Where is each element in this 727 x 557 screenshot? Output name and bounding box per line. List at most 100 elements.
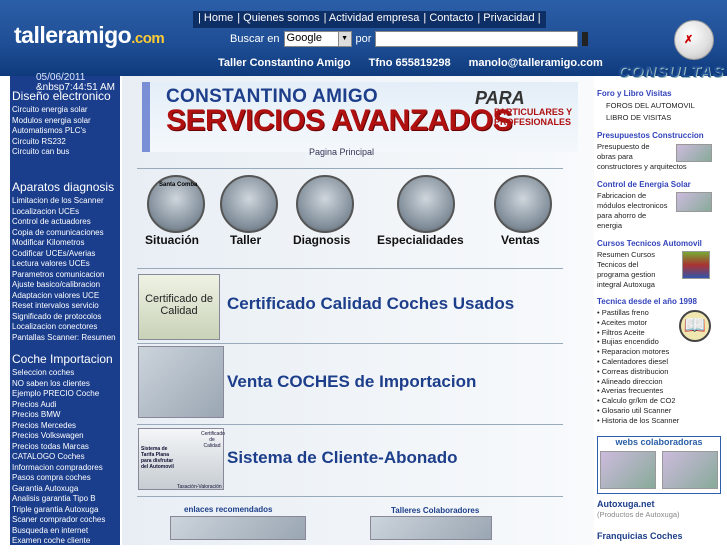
webs-image[interactable] xyxy=(662,451,718,489)
sidebar-item[interactable]: Copia de comunicaciones xyxy=(12,228,120,239)
sidebar-item[interactable]: Significado de protocolos xyxy=(12,312,120,323)
list-item[interactable]: • Correas distribucion xyxy=(597,367,679,377)
talleres-title[interactable]: Talleres Colaboradores xyxy=(391,506,479,515)
right-text: para ahorro de xyxy=(597,211,646,221)
right-heading[interactable]: Cursos Tecnicos Automovil xyxy=(597,239,702,248)
enlaces-title[interactable]: enlaces recomendados xyxy=(184,505,272,514)
sidebar-item[interactable]: Seleccion coches xyxy=(12,368,120,379)
sidebar-item[interactable]: Circuito energia solar xyxy=(12,105,120,116)
right-heading[interactable]: Presupuestos Construccion xyxy=(597,131,704,140)
talleres-image[interactable] xyxy=(370,516,492,540)
sidebar-item[interactable]: Busqueda en internet xyxy=(12,526,120,537)
sidebar-item[interactable]: Codificar UCEs/Averias xyxy=(12,249,120,260)
sidebar-item[interactable]: Adaptacion valores UCE xyxy=(12,291,120,302)
sidebar-item[interactable]: Analisis garantia Tipo B xyxy=(12,494,120,505)
list-item[interactable]: • Glosario util Scanner xyxy=(597,406,679,416)
books-icon[interactable] xyxy=(682,251,710,279)
sidebar-item[interactable]: CATALOGO Coches xyxy=(12,452,120,463)
sidebar-item[interactable]: Precios todas Marcas xyxy=(12,442,120,453)
sidebar-item[interactable]: Ejemplo PRECIO Coche xyxy=(12,389,120,400)
sidebar-item[interactable]: Pasos compra coches xyxy=(12,473,120,484)
sidebar-item[interactable]: Localizacion conectores xyxy=(12,322,120,333)
venta-link[interactable]: Venta COCHES de Importacion xyxy=(227,372,476,392)
sidebar-item[interactable]: Garantia Autoxuga xyxy=(12,484,120,495)
sidebar-item[interactable]: Triple garantia Autoxuga xyxy=(12,505,120,516)
sidebar-heading: Aparatos diagnosis xyxy=(12,180,120,194)
solar-image[interactable] xyxy=(676,192,712,212)
sidebar-item[interactable]: Pantallas Scanner: Resumen xyxy=(12,333,120,344)
right-link[interactable]: FOROS DEL AUTOMOVIL xyxy=(606,101,695,111)
situacion-image[interactable]: Santa Comba xyxy=(147,175,205,233)
list-item[interactable]: • Averias frecuentes xyxy=(597,386,679,396)
list-item[interactable]: • Reparacion motores xyxy=(597,347,679,357)
ventas-link[interactable]: Ventas xyxy=(501,233,540,247)
list-item[interactable]: • Calculo gr/km de CO2 xyxy=(597,396,679,406)
sidebar-item[interactable]: Control de actuadores xyxy=(12,217,120,228)
search-button[interactable] xyxy=(582,32,588,46)
book-icon[interactable]: 📖 xyxy=(679,310,711,342)
sidebar-item[interactable]: Localizacion UCEs xyxy=(12,207,120,218)
info-email[interactable]: manolo@talleramigo.com xyxy=(469,57,603,69)
search-por-label: por xyxy=(356,33,372,45)
ventas-image[interactable] xyxy=(494,175,552,233)
nav-quienes[interactable]: | Quienes somos xyxy=(237,12,319,24)
list-item[interactable]: • Calentadores diesel xyxy=(597,357,679,367)
sidebar-item[interactable]: Modulos energia solar xyxy=(12,116,120,127)
list-item[interactable]: • Historia de los Scanner xyxy=(597,416,679,426)
franquicias-link[interactable]: Franquicias Coches xyxy=(597,531,683,541)
sidebar-item[interactable]: Precios Volkswagen xyxy=(12,431,120,442)
nav-actividad[interactable]: | Actividad empresa xyxy=(324,12,420,24)
diagnosis-link[interactable]: Diagnosis xyxy=(293,233,350,247)
sidebar-item[interactable]: Scaner comprador coches xyxy=(12,515,120,526)
sidebar-item[interactable]: Reset intervalos servicio xyxy=(12,301,120,312)
sidebar-item[interactable]: Automatismos PLC's xyxy=(12,126,120,137)
banner-services: SERVICIOS AVANZADOS xyxy=(166,104,512,138)
sidebar-item[interactable]: Limitacion de los Scanner xyxy=(12,196,120,207)
divider xyxy=(137,168,563,169)
taller-link[interactable]: Taller xyxy=(230,233,261,247)
sidebar-item[interactable]: Ajuste basico/calibracion xyxy=(12,280,120,291)
search-engine-select[interactable]: Google▼ xyxy=(284,31,352,47)
sidebar-item[interactable]: Lectura valores UCEs xyxy=(12,259,120,270)
sidebar-item[interactable]: NO saben los clientes xyxy=(12,379,120,390)
enlaces-image[interactable] xyxy=(170,516,306,540)
list-item[interactable]: • Alineado direccion xyxy=(597,377,679,387)
webs-image[interactable] xyxy=(600,451,656,489)
situacion-link[interactable]: Situación xyxy=(145,233,199,247)
especialidades-link[interactable]: Especialidades xyxy=(377,233,464,247)
certificado-image[interactable]: Certificado de Calidad xyxy=(138,274,220,340)
nav-privacidad[interactable]: | Privacidad | xyxy=(477,12,540,24)
venta-image[interactable] xyxy=(138,346,224,418)
sidebar-item[interactable]: Modificar Kilometros xyxy=(12,238,120,249)
sidebar-item[interactable]: Parametros comunicacion xyxy=(12,270,120,281)
sidebar-item[interactable]: Circuito can bus xyxy=(12,147,120,158)
taller-image[interactable] xyxy=(220,175,278,233)
list-item[interactable]: • Filtros Aceite xyxy=(597,328,679,338)
list-item[interactable]: • Aceites motor xyxy=(597,318,679,328)
diagnosis-image[interactable] xyxy=(296,175,354,233)
nav-home[interactable]: | Home xyxy=(198,12,233,24)
chevron-down-icon[interactable]: ▼ xyxy=(338,32,351,46)
sidebar-item[interactable]: Informacion compradores xyxy=(12,463,120,474)
site-logo[interactable]: talleramigo.com xyxy=(14,22,164,49)
right-heading[interactable]: Control de Energia Solar xyxy=(597,180,691,189)
sidebar-item[interactable]: Precios Audi xyxy=(12,400,120,411)
nav-contacto[interactable]: | Contacto xyxy=(423,12,473,24)
sidebar-item[interactable]: Precios Mercedes xyxy=(12,421,120,432)
list-item[interactable]: • Bujias encendido xyxy=(597,337,679,347)
sidebar-item[interactable]: Precios BMW xyxy=(12,410,120,421)
sidebar-item[interactable]: Precio vehiculos turismo xyxy=(12,547,120,557)
right-heading[interactable]: Foro y Libro Visitas xyxy=(597,89,672,98)
construccion-image[interactable] xyxy=(676,144,712,162)
abonado-image[interactable]: Sistema de Tarifa Plana para disfrutar d… xyxy=(138,428,224,490)
consultas-button[interactable]: CONSULTAS xyxy=(618,64,724,82)
right-link[interactable]: LIBRO DE VISITAS xyxy=(606,113,671,123)
sidebar-item[interactable]: Circuito RS232 xyxy=(12,137,120,148)
especialidades-image[interactable] xyxy=(397,175,455,233)
search-input[interactable] xyxy=(375,31,578,47)
list-item[interactable]: • Pastillas freno xyxy=(597,308,679,318)
ssl-badge-icon[interactable]: ✗ xyxy=(674,20,714,60)
abonado-link[interactable]: Sistema de Cliente-Abonado xyxy=(227,448,457,468)
autoxuga-link[interactable]: Autoxuga.net xyxy=(597,499,655,509)
certificado-link[interactable]: Certificado Calidad Coches Usados xyxy=(227,294,514,314)
